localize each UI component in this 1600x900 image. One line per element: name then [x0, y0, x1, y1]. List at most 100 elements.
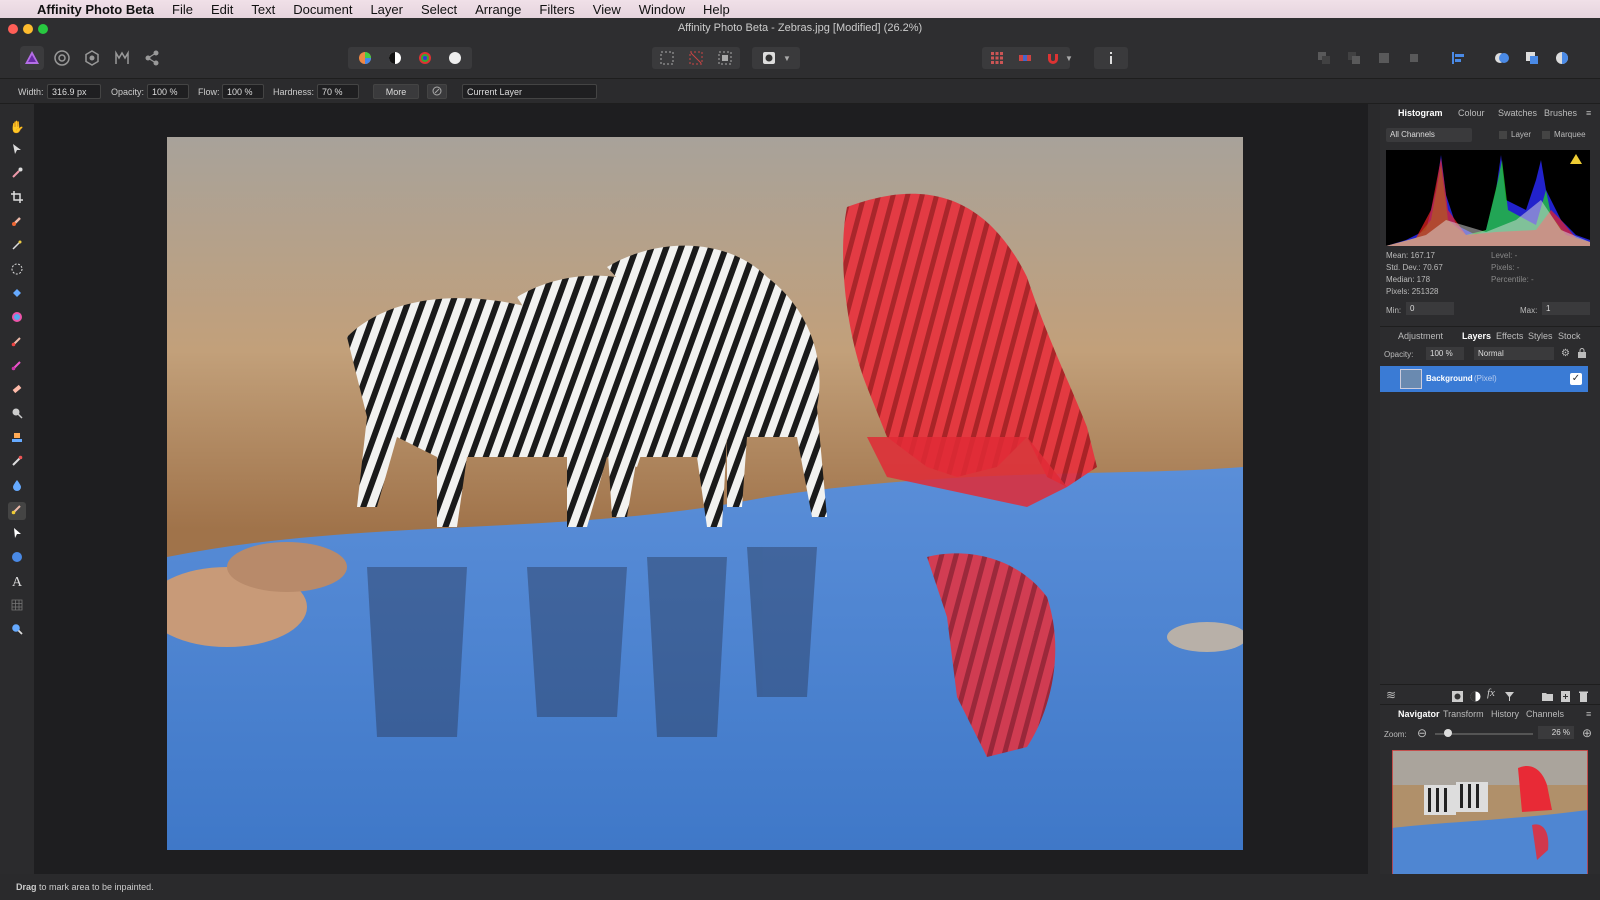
clone-brush-tool-icon[interactable]: [8, 430, 26, 448]
photo-persona-button[interactable]: [20, 46, 44, 70]
layer-lock-icon[interactable]: [1578, 348, 1586, 360]
mesh-warp-tool-icon[interactable]: [8, 598, 26, 616]
select-all-icon[interactable]: [655, 46, 679, 70]
marquee-checkbox[interactable]: [1542, 131, 1550, 139]
paint-brush-tool-icon[interactable]: [8, 334, 26, 352]
fx-icon[interactable]: fx: [1487, 687, 1495, 699]
layer-visibility-checkbox[interactable]: ✓: [1570, 373, 1582, 385]
zoom-field[interactable]: 26 %: [1538, 726, 1574, 739]
layer-checkbox[interactable]: [1499, 131, 1507, 139]
menu-edit[interactable]: Edit: [202, 2, 242, 17]
tone-mapping-persona-button[interactable]: [110, 46, 134, 70]
boolean-subtract-icon[interactable]: [1520, 46, 1544, 70]
tab-layers[interactable]: Layers: [1462, 331, 1491, 341]
tab-transform[interactable]: Transform: [1443, 709, 1484, 719]
document-canvas[interactable]: [167, 137, 1243, 850]
colour-picker-tool-icon[interactable]: [8, 166, 26, 184]
text-tool-icon[interactable]: A: [8, 574, 26, 592]
opacity-field[interactable]: 100 %: [147, 84, 189, 99]
tab-adjustment[interactable]: Adjustment: [1398, 331, 1443, 341]
hardness-field[interactable]: 70 %: [317, 84, 359, 99]
tab-histogram[interactable]: Histogram: [1398, 108, 1443, 118]
arrange-forward-icon[interactable]: [1372, 46, 1396, 70]
more-button[interactable]: More: [373, 84, 419, 99]
develop-persona-button[interactable]: [80, 46, 104, 70]
layer-source-select[interactable]: Current Layer: [462, 84, 597, 99]
crop-tool-icon[interactable]: [8, 190, 26, 208]
width-field[interactable]: 316.9 px: [47, 84, 101, 99]
inpainting-brush-tool-icon[interactable]: [8, 502, 26, 520]
layer-row-background[interactable]: Background (Pixel) ✓: [1380, 366, 1588, 392]
tab-styles[interactable]: Styles: [1528, 331, 1553, 341]
menu-select[interactable]: Select: [412, 2, 466, 17]
auto-white-balance-icon[interactable]: [443, 46, 467, 70]
liquify-persona-button[interactable]: [50, 46, 74, 70]
zoom-tool-icon[interactable]: [8, 622, 26, 640]
tab-brushes[interactable]: Brushes: [1544, 108, 1577, 118]
auto-contrast-icon[interactable]: [383, 46, 407, 70]
panel-menu-icon[interactable]: ≡: [1586, 108, 1591, 118]
snapping-dropdown-icon[interactable]: ▼: [1063, 46, 1075, 70]
blur-brush-tool-icon[interactable]: [8, 478, 26, 496]
erase-brush-tool-icon[interactable]: [8, 382, 26, 400]
menu-arrange[interactable]: Arrange: [466, 2, 530, 17]
hand-tool-icon[interactable]: ✋: [8, 118, 26, 136]
flood-select-tool-icon[interactable]: [8, 238, 26, 256]
tab-stock[interactable]: Stock: [1558, 331, 1581, 341]
move-tool-icon[interactable]: [8, 142, 26, 160]
min-field[interactable]: 0: [1406, 302, 1454, 315]
auto-colours-icon[interactable]: [413, 46, 437, 70]
dodge-brush-tool-icon[interactable]: [8, 406, 26, 424]
menu-filters[interactable]: Filters: [530, 2, 583, 17]
auto-levels-icon[interactable]: [353, 46, 377, 70]
layer-settings-gear-icon[interactable]: ⚙: [1561, 348, 1570, 359]
arrange-front-icon[interactable]: [1402, 46, 1426, 70]
close-window-button[interactable]: [8, 24, 18, 34]
zoom-slider-handle[interactable]: [1444, 729, 1452, 737]
menu-help[interactable]: Help: [694, 2, 739, 17]
menu-text[interactable]: Text: [242, 2, 284, 17]
quick-mask-icon[interactable]: [757, 46, 781, 70]
arrange-backward-icon[interactable]: [1342, 46, 1366, 70]
gradient-tool-icon[interactable]: [8, 310, 26, 328]
tab-navigator[interactable]: Navigator: [1398, 709, 1440, 719]
max-field[interactable]: 1: [1542, 302, 1590, 315]
tab-history[interactable]: History: [1491, 709, 1519, 719]
deselect-icon[interactable]: [684, 46, 708, 70]
layer-opacity-field[interactable]: 100 %: [1426, 347, 1464, 360]
tab-channels[interactable]: Channels: [1526, 709, 1564, 719]
navigator-preview[interactable]: [1392, 750, 1588, 880]
layer-name[interactable]: Background: [1426, 374, 1473, 383]
layers-stack-icon[interactable]: ≋: [1386, 688, 1396, 702]
ellipse-tool-icon[interactable]: [8, 550, 26, 568]
colour-replacement-tool-icon[interactable]: [8, 358, 26, 376]
channel-select[interactable]: All Channels: [1386, 128, 1472, 142]
flow-field[interactable]: 100 %: [222, 84, 264, 99]
invert-selection-icon[interactable]: [713, 46, 737, 70]
flood-fill-tool-icon[interactable]: [8, 286, 26, 304]
menu-file[interactable]: File: [163, 2, 202, 17]
maximize-window-button[interactable]: [38, 24, 48, 34]
boolean-intersect-icon[interactable]: [1550, 46, 1574, 70]
menu-document[interactable]: Document: [284, 2, 361, 17]
zoom-out-icon[interactable]: ⊖: [1417, 727, 1427, 739]
zoom-in-icon[interactable]: ⊕: [1582, 727, 1592, 739]
snapping-icon[interactable]: [1013, 46, 1037, 70]
menu-window[interactable]: Window: [630, 2, 694, 17]
snapping-grid-icon[interactable]: [985, 46, 1009, 70]
export-persona-button[interactable]: [140, 46, 164, 70]
blend-mode-select[interactable]: Normal: [1474, 347, 1554, 360]
boolean-add-icon[interactable]: [1490, 46, 1514, 70]
align-icon[interactable]: [1446, 46, 1470, 70]
node-tool-icon[interactable]: [8, 526, 26, 544]
magnet-icon[interactable]: [1041, 46, 1065, 70]
marquee-tool-icon[interactable]: [8, 262, 26, 280]
selection-brush-tool-icon[interactable]: [8, 214, 26, 232]
healing-brush-tool-icon[interactable]: [8, 454, 26, 472]
navigator-menu-icon[interactable]: ≡: [1586, 709, 1591, 719]
quick-mask-dropdown-icon[interactable]: ▼: [781, 46, 793, 70]
tab-colour[interactable]: Colour: [1458, 108, 1485, 118]
menu-layer[interactable]: Layer: [361, 2, 412, 17]
menu-app-name[interactable]: Affinity Photo Beta: [28, 2, 163, 17]
info-icon[interactable]: [1099, 46, 1123, 70]
